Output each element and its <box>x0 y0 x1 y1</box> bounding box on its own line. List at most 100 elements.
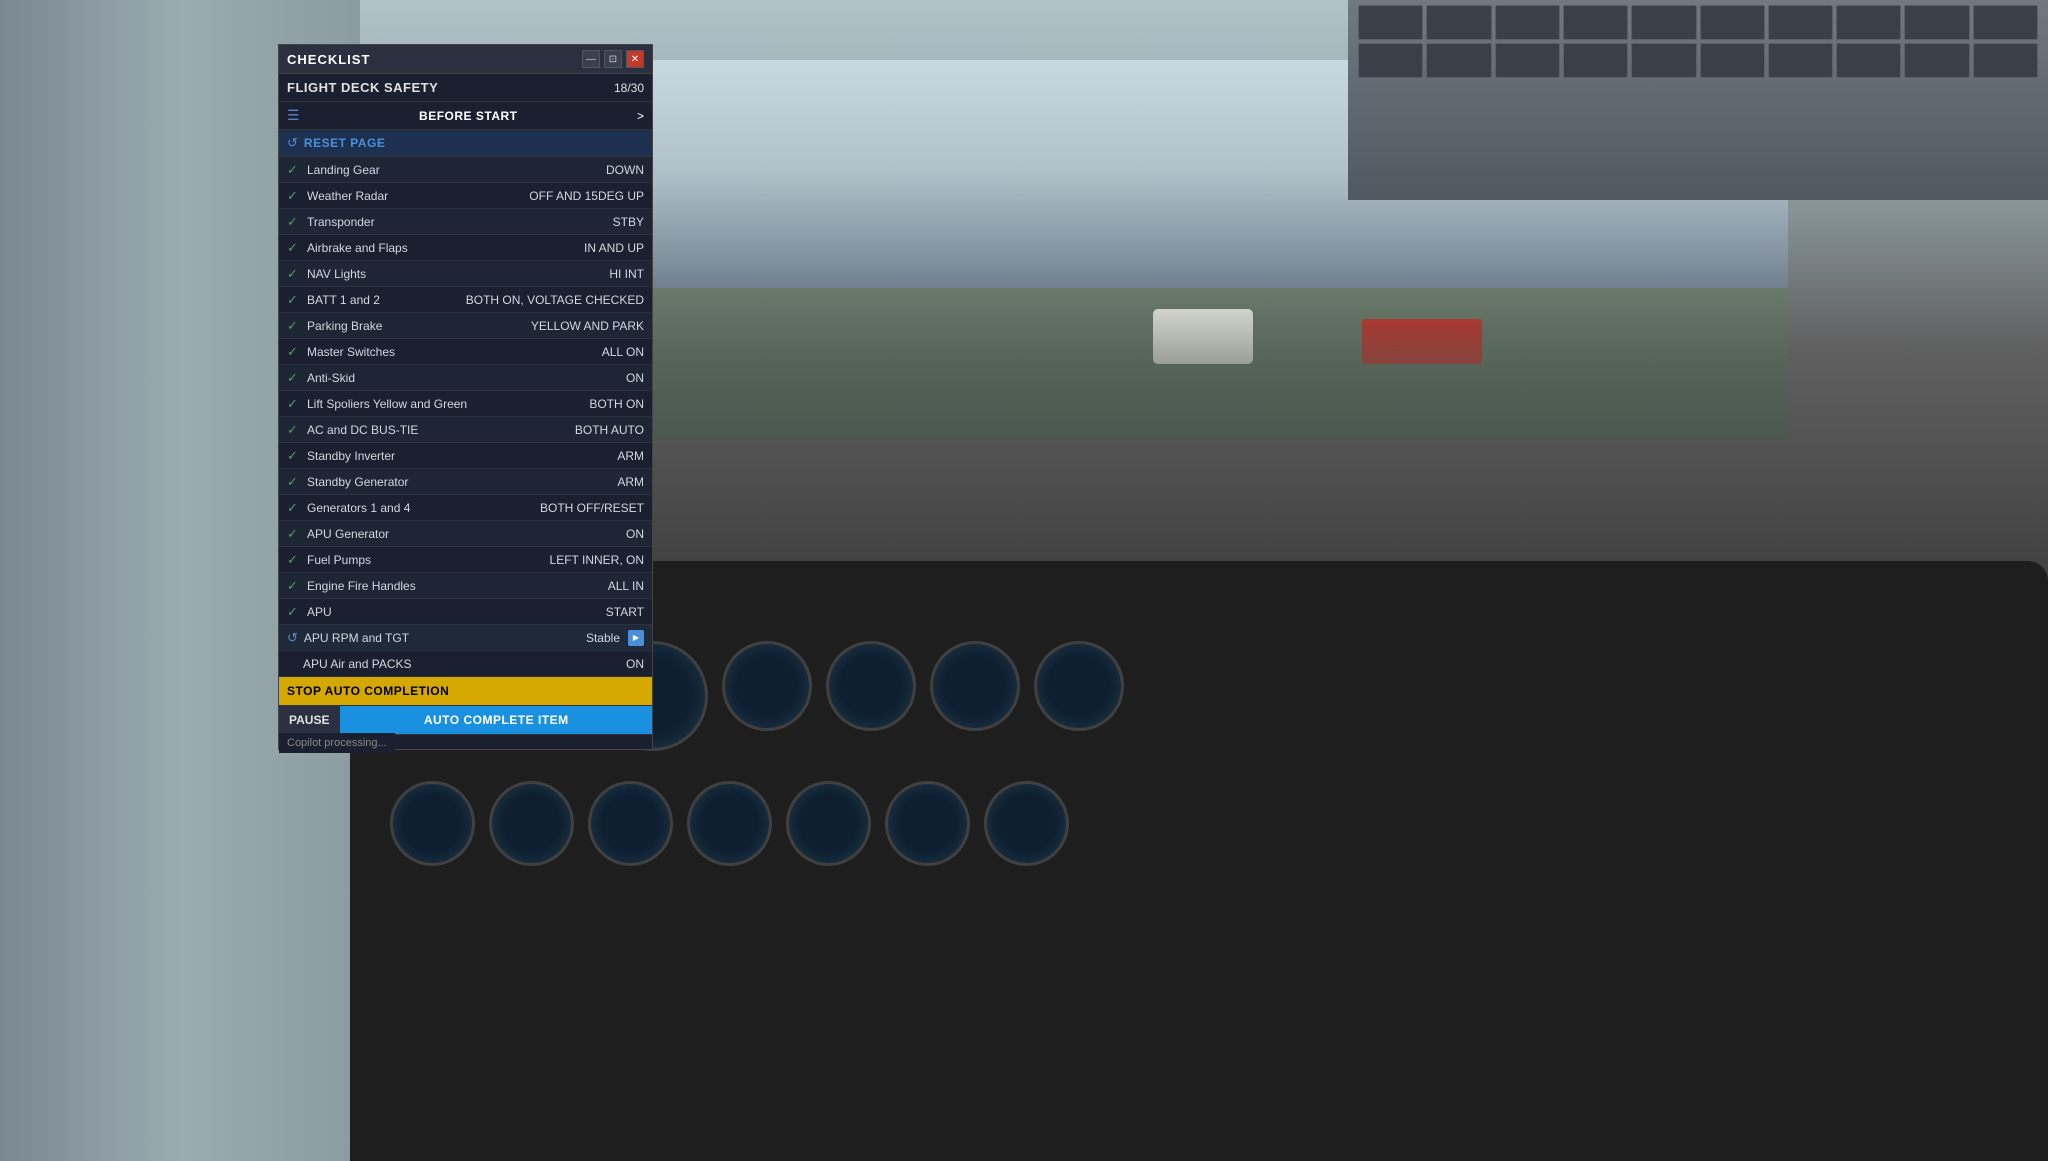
item-value: BOTH ON, VOLTAGE CHECKED <box>466 293 644 307</box>
maximize-button[interactable]: ⊡ <box>604 50 622 68</box>
pause-button[interactable]: PAUSE <box>279 706 340 734</box>
item-name: Standby Inverter <box>307 449 617 463</box>
item-value: LEFT INNER, ON <box>550 553 644 567</box>
checklist-item: ✓ Standby Inverter ARM <box>279 443 652 469</box>
checklist-item: ✓ Weather Radar OFF AND 15DEG UP <box>279 183 652 209</box>
item-name: Generators 1 and 4 <box>307 501 540 515</box>
overhead-switch <box>1426 43 1491 78</box>
overhead-switch <box>1631 5 1696 40</box>
overhead-switches-grid <box>1358 5 2038 78</box>
item-value: ALL IN <box>608 579 644 593</box>
checklist-item: ✓ BATT 1 and 2 BOTH ON, VOLTAGE CHECKED <box>279 287 652 313</box>
check-mark: ✓ <box>287 526 301 542</box>
item-name: APU <box>307 605 606 619</box>
item-name: Transponder <box>307 215 613 229</box>
checklist-item: ✓ Parking Brake YELLOW AND PARK <box>279 313 652 339</box>
checklist-item: ✓ Transponder STBY <box>279 209 652 235</box>
item-value: BOTH AUTO <box>575 423 644 437</box>
reset-page-bar[interactable]: ↺ RESET PAGE <box>279 130 652 157</box>
reset-icon: ↺ <box>287 135 298 151</box>
gauge-7 <box>1034 641 1124 731</box>
item-value: STBY <box>613 215 644 229</box>
item-value: ON <box>626 371 644 385</box>
overhead-switch <box>1768 5 1833 40</box>
checklist-item: ✓ Master Switches ALL ON <box>279 339 652 365</box>
before-start-arrow: > <box>637 109 644 123</box>
checklist-item: ✓ Anti-Skid ON <box>279 365 652 391</box>
item-value: START <box>606 605 644 619</box>
item-name: Lift Spoliers Yellow and Green <box>307 397 589 411</box>
check-mark: ✓ <box>287 318 301 334</box>
check-mark: ✓ <box>287 214 301 230</box>
gauge-4 <box>722 641 812 731</box>
window-controls: — ⊡ ✕ <box>582 50 644 68</box>
overhead-switch <box>1768 43 1833 78</box>
check-mark: ✓ <box>287 162 301 178</box>
checklist-item: ✓ AC and DC BUS-TIE BOTH AUTO <box>279 417 652 443</box>
check-mark: ✓ <box>287 500 301 516</box>
close-button[interactable]: ✕ <box>626 50 644 68</box>
overhead-switch <box>1563 43 1628 78</box>
check-mark: ✓ <box>287 188 301 204</box>
stop-auto-completion-label: STOP AUTO COMPLETION <box>287 684 449 698</box>
checklist-titlebar: CHECKLIST — ⊡ ✕ <box>279 45 652 74</box>
refresh-icon: ↺ <box>287 630 298 646</box>
overhead-switch <box>1358 43 1423 78</box>
checklist-items-list: ✓ Landing Gear DOWN ✓ Weather Radar OFF … <box>279 157 652 677</box>
checklist-item: ✓ NAV Lights HI INT <box>279 261 652 287</box>
right-overhead-panel <box>1348 0 2048 200</box>
item-name: Airbrake and Flaps <box>307 241 584 255</box>
item-name: Landing Gear <box>307 163 606 177</box>
overhead-switch <box>1631 43 1696 78</box>
menu-icon[interactable]: ☰ <box>287 107 300 124</box>
overhead-switch <box>1700 43 1765 78</box>
subitem-name: APU Air and PACKS <box>303 657 626 671</box>
active-indicator <box>628 630 644 646</box>
overhead-switch <box>1904 43 1969 78</box>
checklist-item: ✓ Lift Spoliers Yellow and Green BOTH ON <box>279 391 652 417</box>
overhead-switch <box>1495 43 1560 78</box>
item-value: DOWN <box>606 163 644 177</box>
check-mark: ✓ <box>287 370 301 386</box>
gauge-10 <box>588 781 673 866</box>
item-name: AC and DC BUS-TIE <box>307 423 575 437</box>
overhead-switch <box>1836 43 1901 78</box>
checklist-item: ✓ Landing Gear DOWN <box>279 157 652 183</box>
item-name: Anti-Skid <box>307 371 626 385</box>
item-value: ARM <box>617 449 644 463</box>
checklist-item: ✓ Engine Fire Handles ALL IN <box>279 573 652 599</box>
check-mark: ✓ <box>287 240 301 256</box>
item-value: BOTH OFF/RESET <box>540 501 644 515</box>
gauge-5 <box>826 641 916 731</box>
item-value: BOTH ON <box>589 397 644 411</box>
checklist-subitem: APU Air and PACKS ON <box>279 651 652 677</box>
gauge-6 <box>930 641 1020 731</box>
check-mark: ✓ <box>287 266 301 282</box>
overhead-switch <box>1836 5 1901 40</box>
gauge-9 <box>489 781 574 866</box>
gauge-13 <box>885 781 970 866</box>
active-item-value: Stable <box>586 631 620 645</box>
item-name: Engine Fire Handles <box>307 579 608 593</box>
before-start-label: BEFORE START <box>419 109 517 123</box>
gauge-8 <box>390 781 475 866</box>
minimize-button[interactable]: — <box>582 50 600 68</box>
check-mark: ✓ <box>287 604 301 620</box>
check-mark: ✓ <box>287 474 301 490</box>
active-item-name: APU RPM and TGT <box>304 631 586 645</box>
item-name: Standby Generator <box>307 475 617 489</box>
auto-complete-button[interactable]: AUTO COMPLETE ITEM <box>340 706 652 734</box>
pause-label: PAUSE <box>289 713 329 727</box>
stop-auto-completion-button[interactable]: STOP AUTO COMPLETION <box>279 677 652 706</box>
check-mark: ✓ <box>287 422 301 438</box>
overhead-switch <box>1973 43 2038 78</box>
checklist-item: ✓ APU Generator ON <box>279 521 652 547</box>
vehicle-white <box>1153 309 1253 364</box>
copilot-status-text: Copilot processing... <box>279 733 395 753</box>
checklist-item: ✓ Fuel Pumps LEFT INNER, ON <box>279 547 652 573</box>
item-value: HI INT <box>609 267 644 281</box>
before-start-bar[interactable]: ☰ BEFORE START > <box>279 102 652 130</box>
overhead-switch <box>1426 5 1491 40</box>
item-value: YELLOW AND PARK <box>531 319 644 333</box>
checklist-panel: CHECKLIST — ⊡ ✕ FLIGHT DECK SAFETY 18/30… <box>278 44 653 750</box>
